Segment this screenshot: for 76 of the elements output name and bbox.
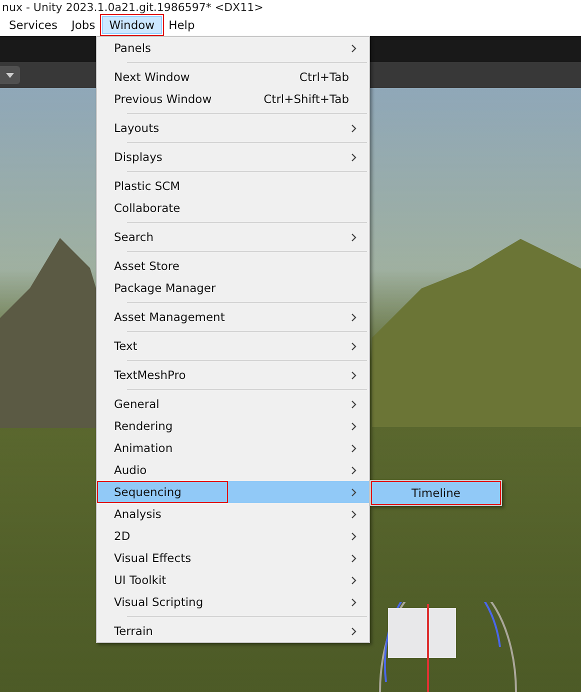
- menu-item[interactable]: Text: [97, 335, 369, 357]
- menu-item-label: Asset Store: [113, 258, 180, 275]
- chevron-right-icon: [351, 510, 357, 518]
- chevron-right-icon: [351, 444, 357, 452]
- window-title: nux - Unity 2023.1.0a21.git.1986597* <DX11>: [2, 0, 264, 14]
- menu-item-label: Visual Scripting: [113, 594, 204, 611]
- menu-item[interactable]: Terrain: [97, 620, 369, 642]
- menu-bar-item[interactable]: Services: [2, 16, 64, 34]
- chevron-right-icon: [351, 342, 357, 350]
- chevron-right-icon: [351, 532, 357, 540]
- chevron-right-icon: [351, 466, 357, 474]
- shortcut-label: Ctrl+Shift+Tab: [264, 92, 349, 106]
- menu-item-label: Terrain: [113, 623, 153, 640]
- menu-item[interactable]: Panels: [97, 37, 369, 59]
- menu-item[interactable]: Search: [97, 226, 369, 248]
- chevron-right-icon: [351, 554, 357, 562]
- menu-item-label: UI Toolkit: [113, 572, 166, 589]
- menu-item-label: Rendering: [113, 418, 173, 435]
- menu-item-label: Analysis: [113, 506, 162, 523]
- menu-item-label: Visual Effects: [113, 550, 192, 567]
- menu-item[interactable]: Animation: [97, 437, 369, 459]
- menu-item[interactable]: Analysis: [97, 503, 369, 525]
- menu-item-label: Asset Management: [113, 309, 225, 326]
- menu-item[interactable]: UI Toolkit: [97, 569, 369, 591]
- menu-item-label: Package Manager: [113, 280, 216, 297]
- menu-item[interactable]: Displays: [97, 146, 369, 168]
- menu-item[interactable]: Asset Store: [97, 255, 369, 277]
- chevron-right-icon: [351, 422, 357, 430]
- chevron-right-icon: [351, 370, 357, 380]
- menu-item-label: Plastic SCM: [113, 178, 180, 195]
- chevron-right-icon: [351, 312, 357, 322]
- menu-item-label: Animation: [113, 440, 173, 457]
- menu-item-label: Displays: [113, 149, 162, 166]
- menu-item-label: Audio: [113, 462, 147, 479]
- menu-item[interactable]: Layouts: [97, 117, 369, 139]
- menu-item-label: Next Window: [113, 69, 190, 86]
- menu-item[interactable]: TextMeshPro: [97, 364, 369, 386]
- menu-item[interactable]: Visual Effects: [97, 547, 369, 569]
- menu-item-label: Search: [113, 229, 154, 246]
- menu-item[interactable]: Asset Management: [97, 306, 369, 328]
- chevron-right-icon: [351, 400, 357, 408]
- menu-item[interactable]: Previous Window Ctrl+Shift+Tab: [97, 88, 369, 110]
- chevron-right-icon: [351, 152, 357, 162]
- menu-item[interactable]: Package Manager: [97, 277, 369, 299]
- menu-item[interactable]: Visual Scripting: [97, 591, 369, 613]
- menu-item[interactable]: Sequencing: [97, 481, 369, 503]
- shortcut-label: Ctrl+Tab: [299, 70, 349, 84]
- menu-item[interactable]: General: [97, 393, 369, 415]
- caret-down-icon: [6, 72, 14, 78]
- chevron-right-icon: [351, 44, 357, 52]
- chevron-right-icon: [351, 576, 357, 584]
- chevron-right-icon: [351, 488, 357, 496]
- menu-item-label: General: [113, 396, 160, 413]
- menu-item[interactable]: Next Window Ctrl+Tab: [97, 66, 369, 88]
- submenu-item[interactable]: Timeline: [371, 481, 501, 505]
- menu-item-label: Previous Window: [113, 91, 212, 108]
- chevron-right-icon: [351, 232, 357, 242]
- menu-item-label: Sequencing: [97, 481, 228, 503]
- menu-item-label: Text: [113, 338, 138, 355]
- chevron-right-icon: [351, 124, 357, 132]
- chevron-right-icon: [351, 598, 357, 606]
- menu-item-label: Layouts: [113, 120, 160, 137]
- menu-item-label: Panels: [113, 40, 152, 57]
- menu-bar-item[interactable]: Window: [102, 16, 162, 34]
- menu-item[interactable]: Collaborate: [97, 197, 369, 219]
- menu-item[interactable]: 2D: [97, 525, 369, 547]
- menu-item-label: 2D: [113, 528, 130, 545]
- menu-item-label: TextMeshPro: [113, 367, 186, 384]
- menu-item[interactable]: Plastic SCM: [97, 175, 369, 197]
- chevron-right-icon: [351, 626, 357, 636]
- menu-bar-item[interactable]: Help: [162, 16, 202, 34]
- dropdown-button[interactable]: [0, 66, 20, 84]
- menu-bar-item[interactable]: Jobs: [64, 16, 102, 34]
- menu-item[interactable]: Audio: [97, 459, 369, 481]
- menu-item-label: Collaborate: [113, 200, 180, 217]
- menu-item[interactable]: Rendering: [97, 415, 369, 437]
